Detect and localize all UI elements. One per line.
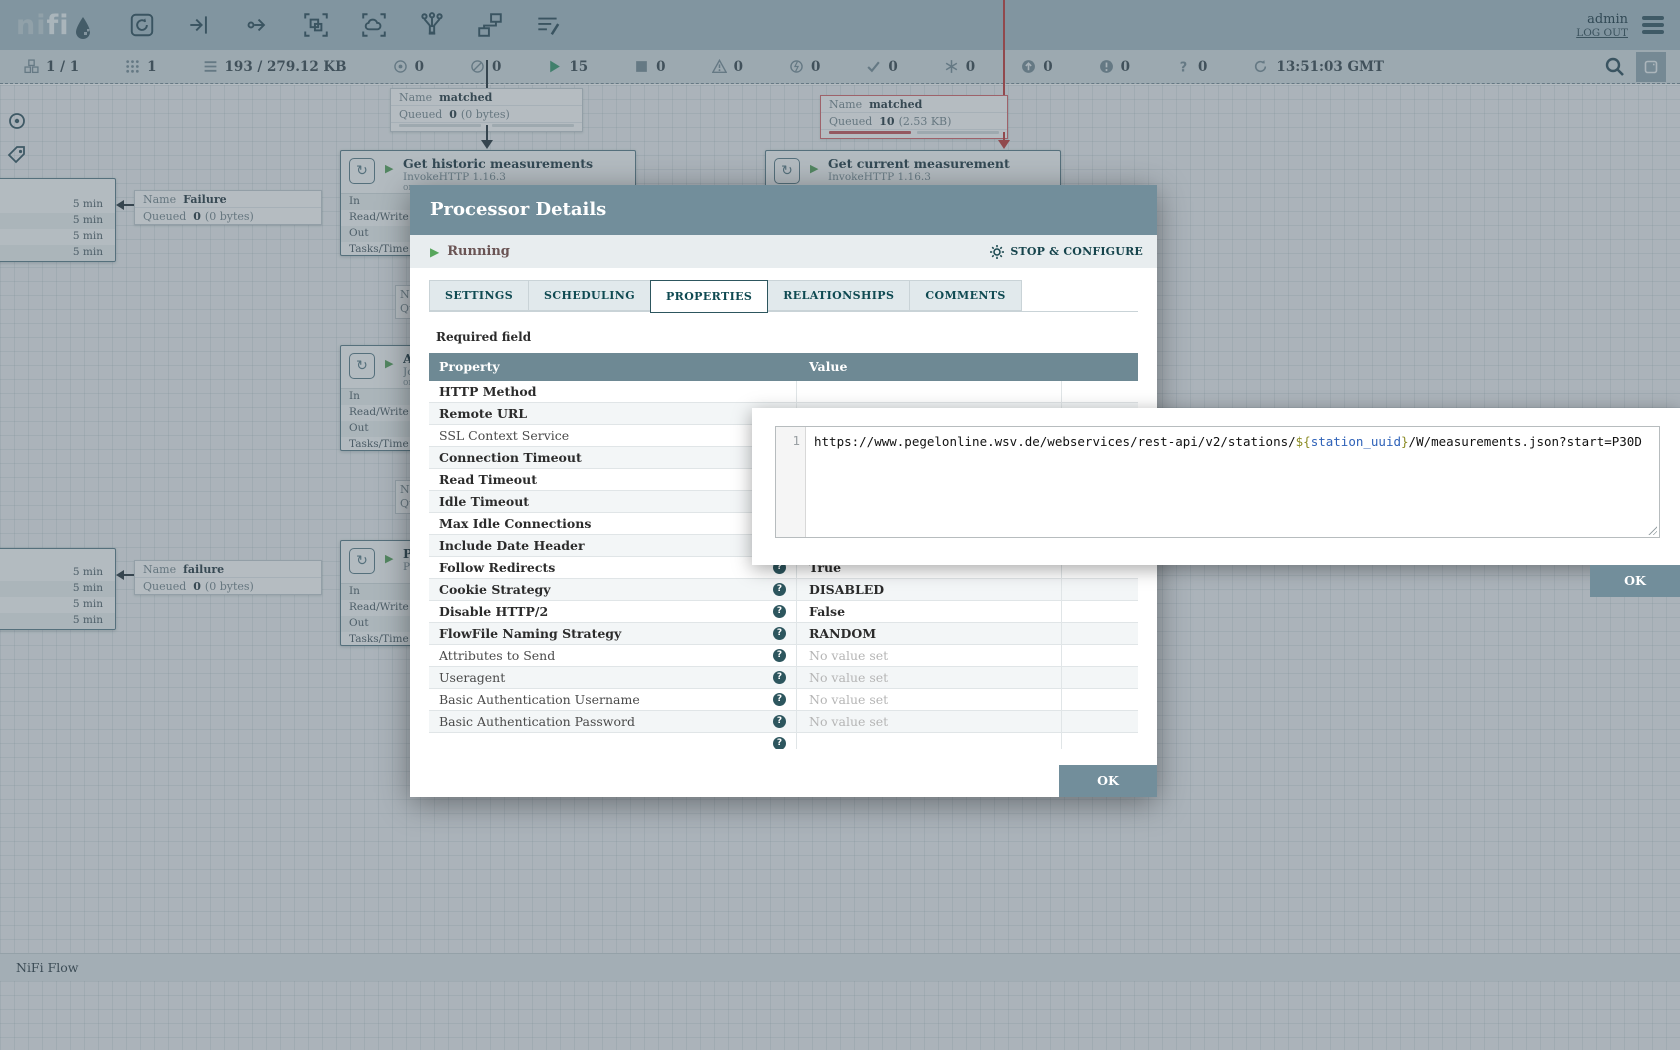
- property-value: No value set: [797, 711, 1062, 732]
- property-name: HTTP Method: [429, 381, 797, 402]
- property-name: Useragent?: [429, 667, 797, 688]
- property-name: Basic Authentication Password?: [429, 711, 797, 732]
- property-value: No value set: [797, 689, 1062, 710]
- property-name: Follow Redirects?: [429, 557, 797, 578]
- dialog-tabs: SETTINGSSCHEDULINGPROPERTIESRELATIONSHIP…: [429, 280, 1138, 312]
- property-name: Remote URL: [429, 403, 797, 424]
- help-icon[interactable]: ?: [773, 605, 786, 618]
- help-icon[interactable]: ?: [773, 627, 786, 640]
- property-row: Basic Authentication Username?No value s…: [429, 689, 1138, 711]
- tab-comments[interactable]: COMMENTS: [909, 280, 1021, 311]
- gear-icon: [989, 244, 1005, 260]
- property-info: [1062, 381, 1138, 402]
- property-name: SSL Context Service: [429, 425, 797, 446]
- help-icon[interactable]: ?: [773, 649, 786, 662]
- property-name: Basic Authentication Username?: [429, 689, 797, 710]
- line-number-gutter: 1: [776, 427, 806, 537]
- tab-relationships[interactable]: RELATIONSHIPS: [767, 280, 910, 311]
- dialog-ok-button[interactable]: OK: [1059, 765, 1157, 797]
- property-value: [797, 733, 1062, 749]
- tab-properties[interactable]: PROPERTIES: [650, 280, 768, 313]
- property-row: Attributes to Send?No value set: [429, 645, 1138, 667]
- stop-and-configure-button[interactable]: STOP & CONFIGURE: [989, 244, 1143, 260]
- property-name: Cookie Strategy?: [429, 579, 797, 600]
- dialog-title: Processor Details: [410, 185, 1157, 235]
- property-name: Idle Timeout: [429, 491, 797, 512]
- required-field-note: Required field: [436, 330, 1157, 344]
- value-editor-popup: 1 https://www.pegelonline.wsv.de/webserv…: [752, 408, 1680, 597]
- help-icon[interactable]: ?: [773, 671, 786, 684]
- property-info: [1062, 623, 1138, 644]
- property-name: Read Timeout: [429, 469, 797, 490]
- property-row: HTTP Method: [429, 381, 1138, 403]
- property-info: [1062, 645, 1138, 666]
- property-name: Attributes to Send?: [429, 645, 797, 666]
- help-icon[interactable]: ?: [773, 693, 786, 706]
- line-number: 1: [792, 433, 800, 448]
- running-icon: ▶: [430, 245, 439, 259]
- property-info: [1062, 733, 1138, 749]
- value-editor[interactable]: 1 https://www.pegelonline.wsv.de/webserv…: [775, 426, 1660, 538]
- processor-state: ▶ Running: [430, 244, 510, 259]
- property-row: Basic Authentication Password?No value s…: [429, 711, 1138, 733]
- tab-scheduling[interactable]: SCHEDULING: [528, 280, 651, 311]
- editor-ok-button[interactable]: OK: [1590, 565, 1680, 597]
- property-value: RANDOM: [797, 623, 1062, 644]
- property-name: Disable HTTP/2?: [429, 601, 797, 622]
- property-value: No value set: [797, 645, 1062, 666]
- property-info: [1062, 689, 1138, 710]
- property-info: [1062, 711, 1138, 732]
- property-value: No value set: [797, 667, 1062, 688]
- resize-grip[interactable]: [1647, 525, 1657, 535]
- property-row: FlowFile Naming Strategy?RANDOM: [429, 623, 1138, 645]
- property-name: Connection Timeout: [429, 447, 797, 468]
- property-row: ?: [429, 733, 1138, 749]
- property-name: Max Idle Connections: [429, 513, 797, 534]
- value-column-header: Value: [797, 353, 1062, 381]
- property-info: [1062, 601, 1138, 622]
- tab-settings[interactable]: SETTINGS: [429, 280, 529, 311]
- help-icon[interactable]: ?: [773, 715, 786, 728]
- property-row: Disable HTTP/2?False: [429, 601, 1138, 623]
- help-icon[interactable]: ?: [773, 737, 786, 749]
- property-value: [797, 381, 1062, 402]
- property-row: Useragent?No value set: [429, 667, 1138, 689]
- property-column-header: Property: [429, 353, 797, 381]
- property-name: Include Date Header: [429, 535, 797, 556]
- property-info: [1062, 667, 1138, 688]
- property-name: FlowFile Naming Strategy?: [429, 623, 797, 644]
- remote-url-value[interactable]: https://www.pegelonline.wsv.de/webservic…: [806, 427, 1659, 450]
- property-name: ?: [429, 733, 797, 749]
- property-value: False: [797, 601, 1062, 622]
